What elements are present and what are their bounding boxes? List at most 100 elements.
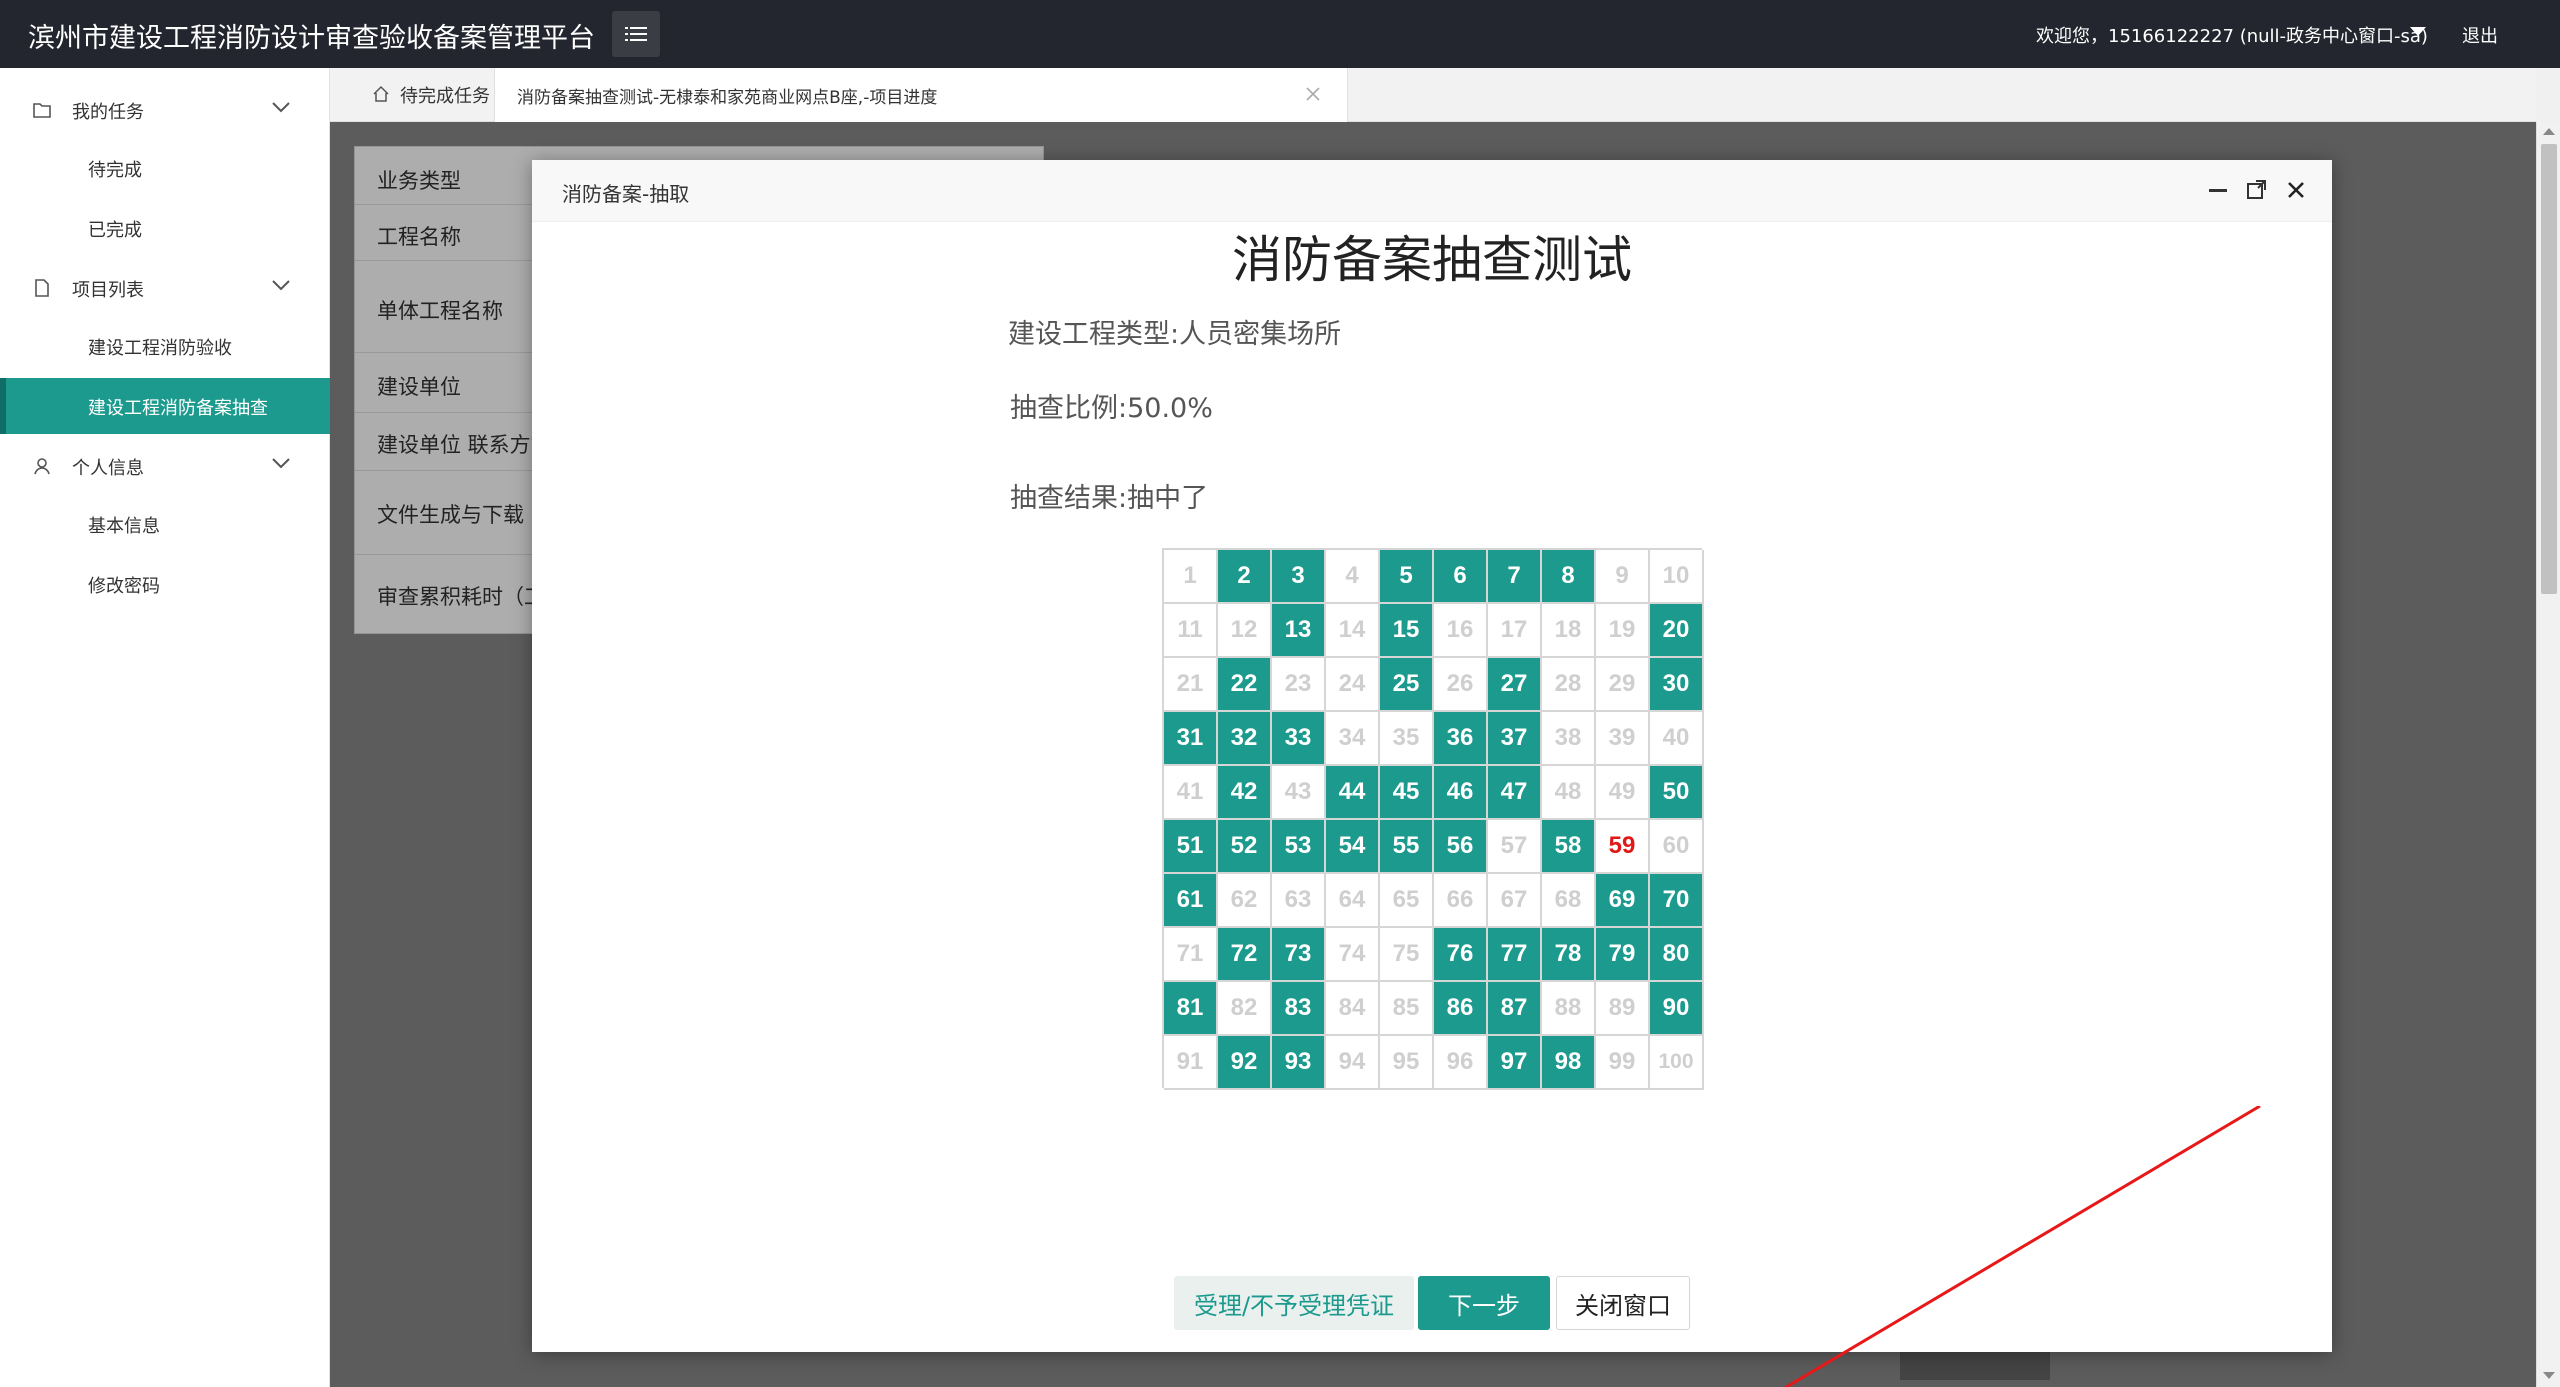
grid-cell: 65	[1380, 874, 1434, 928]
sidebar-group-label: 我的任务	[72, 102, 144, 123]
caret-down-icon[interactable]	[2410, 27, 2426, 36]
sidebar-item-label: 基本信息	[88, 516, 160, 537]
sidebar-group-label: 个人信息	[72, 458, 144, 479]
sidebar: 我的任务 待完成 已完成 项目列表 建设工程消防验收 建设工程消防备案抽查 个人…	[0, 68, 330, 1387]
tab-home[interactable]: 待完成任务	[350, 68, 500, 122]
grid-cell-selected: 30	[1650, 658, 1704, 712]
grid-cell-selected: 79	[1596, 928, 1650, 982]
grid-cell-selected: 3	[1272, 550, 1326, 604]
grid-cell: 34	[1326, 712, 1380, 766]
grid-cell-selected: 20	[1650, 604, 1704, 658]
grid-cell: 91	[1164, 1036, 1218, 1090]
grid-cell-selected: 52	[1218, 820, 1272, 874]
grid-cell: 1	[1164, 550, 1218, 604]
grid-cell-selected: 83	[1272, 982, 1326, 1036]
grid-cell-selected: 46	[1434, 766, 1488, 820]
sidebar-group-project-list[interactable]: 项目列表	[0, 260, 330, 316]
grid-cell-selected: 81	[1164, 982, 1218, 1036]
grid-cell-selected: 8	[1542, 550, 1596, 604]
grid-cell-selected: 78	[1542, 928, 1596, 982]
tab-bar: 待完成任务 消防备案抽查测试-无棣泰和家苑商业网点B座,-项目进度	[330, 68, 2536, 122]
grid-cell: 9	[1596, 550, 1650, 604]
grid-cell: 84	[1326, 982, 1380, 1036]
grid-cell-selected: 37	[1488, 712, 1542, 766]
sampling-result-text: 抽查结果:抽中了	[1010, 483, 1209, 514]
close-icon[interactable]	[2284, 178, 2308, 202]
scroll-thumb[interactable]	[2541, 144, 2557, 594]
grid-cell: 85	[1380, 982, 1434, 1036]
grid-cell-selected: 87	[1488, 982, 1542, 1036]
acceptance-voucher-button[interactable]: 受理/不予受理凭证	[1174, 1276, 1414, 1330]
next-step-button[interactable]: 下一步	[1418, 1276, 1550, 1330]
close-icon[interactable]	[1303, 84, 1323, 104]
sampling-ratio-text: 抽查比例:50.0%	[1010, 393, 1213, 424]
sidebar-group-personal-info[interactable]: 个人信息	[0, 438, 330, 494]
sidebar-item-fire-filing-check[interactable]: 建设工程消防备案抽查	[0, 378, 330, 434]
grid-cell: 82	[1218, 982, 1272, 1036]
sidebar-group-my-tasks[interactable]: 我的任务	[0, 82, 330, 138]
page-scrollbar[interactable]	[2536, 122, 2560, 1387]
grid-cell: 96	[1434, 1036, 1488, 1090]
grid-cell: 88	[1542, 982, 1596, 1036]
grid-cell-selected: 72	[1218, 928, 1272, 982]
sidebar-item-pending[interactable]: 待完成	[0, 140, 330, 196]
close-window-button[interactable]: 关闭窗口	[1556, 1276, 1690, 1330]
grid-cell-selected: 36	[1434, 712, 1488, 766]
tab-label: 待完成任务	[400, 86, 490, 107]
grid-cell-selected: 50	[1650, 766, 1704, 820]
grid-cell: 63	[1272, 874, 1326, 928]
grid-cell-selected: 80	[1650, 928, 1704, 982]
grid-cell: 100	[1650, 1036, 1704, 1090]
grid-cell-selected: 76	[1434, 928, 1488, 982]
minimize-icon[interactable]	[2206, 178, 2230, 202]
grid-cell: 17	[1488, 604, 1542, 658]
grid-cell-selected: 73	[1272, 928, 1326, 982]
grid-cell: 38	[1542, 712, 1596, 766]
grid-cell-selected: 86	[1434, 982, 1488, 1036]
grid-cell: 10	[1650, 550, 1704, 604]
grid-cell: 4	[1326, 550, 1380, 604]
chevron-down-icon	[272, 280, 290, 291]
tab-project-progress[interactable]: 消防备案抽查测试-无棣泰和家苑商业网点B座,-项目进度	[494, 68, 1348, 122]
scroll-up-icon[interactable]	[2543, 128, 2555, 135]
document-icon	[35, 279, 49, 297]
list-icon	[625, 27, 647, 41]
project-type-text: 建设工程类型:人员密集场所	[1008, 319, 1342, 350]
grid-cell: 60	[1650, 820, 1704, 874]
grid-cell-selected: 15	[1380, 604, 1434, 658]
sidebar-item-change-password[interactable]: 修改密码	[0, 556, 330, 612]
grid-cell: 18	[1542, 604, 1596, 658]
sidebar-item-fire-acceptance[interactable]: 建设工程消防验收	[0, 318, 330, 374]
grid-cell-selected: 44	[1326, 766, 1380, 820]
grid-cell-selected: 47	[1488, 766, 1542, 820]
grid-cell-selected: 22	[1218, 658, 1272, 712]
chevron-down-icon	[272, 458, 290, 469]
grid-cell-selected: 93	[1272, 1036, 1326, 1090]
folder-icon	[33, 103, 51, 118]
grid-cell-selected: 25	[1380, 658, 1434, 712]
sidebar-item-completed[interactable]: 已完成	[0, 200, 330, 256]
grid-cell: 67	[1488, 874, 1542, 928]
maximize-icon[interactable]	[2244, 178, 2268, 202]
grid-cell: 21	[1164, 658, 1218, 712]
grid-cell: 89	[1596, 982, 1650, 1036]
grid-cell: 14	[1326, 604, 1380, 658]
grid-cell-selected: 27	[1488, 658, 1542, 712]
user-icon	[34, 458, 50, 475]
grid-cell-selected: 53	[1272, 820, 1326, 874]
grid-cell-selected: 61	[1164, 874, 1218, 928]
user-welcome-menu[interactable]: 欢迎您，15166122227 (null-政务中心窗口-sa)	[2036, 22, 2428, 48]
grid-cell: 41	[1164, 766, 1218, 820]
grid-cell: 40	[1650, 712, 1704, 766]
logout-link[interactable]: 退出	[2462, 22, 2498, 48]
grid-cell: 12	[1218, 604, 1272, 658]
grid-cell: 11	[1164, 604, 1218, 658]
grid-cell: 95	[1380, 1036, 1434, 1090]
chevron-down-icon	[272, 102, 290, 113]
menu-toggle-button[interactable]	[612, 11, 660, 57]
scroll-down-icon[interactable]	[2543, 1372, 2555, 1379]
grid-cell-selected: 97	[1488, 1036, 1542, 1090]
grid-cell-selected: 42	[1218, 766, 1272, 820]
grid-cell-selected: 69	[1596, 874, 1650, 928]
sidebar-item-basic-info[interactable]: 基本信息	[0, 496, 330, 552]
